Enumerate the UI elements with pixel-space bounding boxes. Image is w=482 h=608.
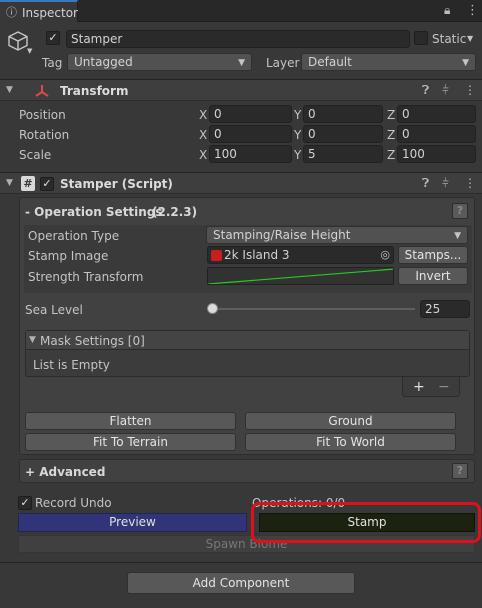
transform-title: Transform: [60, 84, 129, 98]
chevron-down-icon: ▼: [238, 58, 245, 68]
sea-level-label: Sea Level: [25, 303, 83, 317]
tag-label: Tag: [42, 56, 63, 70]
stamps-button[interactable]: Stamps...: [398, 246, 468, 264]
ground-button[interactable]: Ground: [245, 412, 456, 430]
more-menu-icon[interactable]: ⋮: [464, 84, 476, 96]
rotation-x-field[interactable]: 0: [209, 125, 292, 143]
scale-label: Scale: [19, 148, 52, 162]
transform-header[interactable]: ▼ Transform ❓︎ ⫩ ⋮: [0, 79, 482, 101]
tab-label: Inspector: [22, 6, 78, 20]
advanced-panel[interactable]: + Advanced ?: [19, 459, 475, 483]
object-picker-icon[interactable]: ◎: [380, 249, 390, 260]
layer-value: Default: [308, 55, 352, 69]
axis-y-label[interactable]: Y: [294, 129, 301, 141]
tag-dropdown[interactable]: Untagged ▼: [67, 53, 252, 71]
sea-level-field[interactable]: 25: [420, 300, 470, 318]
rotation-y-field[interactable]: 0: [303, 125, 383, 143]
tab-inspector[interactable]: ⓘ Inspector: [0, 0, 78, 22]
axis-y-label[interactable]: Y: [294, 109, 301, 121]
flatten-button[interactable]: Flatten: [25, 412, 236, 430]
position-x-field[interactable]: 0: [209, 105, 292, 123]
sea-level-slider-track[interactable]: [211, 308, 415, 310]
record-undo-checkbox[interactable]: ✓: [18, 496, 32, 510]
tag-value: Untagged: [74, 55, 133, 69]
operation-settings-title[interactable]: - Operation Settings: [25, 206, 163, 218]
operation-type-value: Stamping/Raise Height: [213, 228, 351, 242]
help-button[interactable]: ?: [452, 203, 468, 219]
scale-z-field[interactable]: 100: [397, 145, 476, 163]
stamper-header[interactable]: ▼ # ✓ Stamper (Script) ❓︎ ⫩ ⋮: [0, 172, 482, 194]
position-z-field[interactable]: 0: [397, 105, 476, 123]
icon-dropdown-icon[interactable]: ▼: [27, 48, 32, 55]
info-icon: ⓘ: [6, 6, 17, 19]
position-y-field[interactable]: 0: [303, 105, 383, 123]
add-item-button[interactable]: +: [413, 380, 425, 394]
help-icon[interactable]: ❓︎: [422, 177, 429, 189]
gameobject-cube-icon[interactable]: [7, 30, 29, 52]
axis-x-label[interactable]: X: [199, 149, 207, 161]
axis-z-label[interactable]: Z: [387, 109, 395, 121]
chevron-down-icon: ▼: [454, 231, 461, 241]
list-empty-text: List is Empty: [33, 358, 110, 372]
stamper-title: Stamper (Script): [60, 177, 173, 191]
static-label: Static: [432, 32, 467, 46]
divider: [0, 562, 482, 563]
scale-y-field[interactable]: 5: [303, 145, 383, 163]
lock-icon[interactable]: 🔒︎: [444, 4, 450, 16]
more-menu-icon[interactable]: ⋮: [466, 4, 479, 17]
fit-to-world-button[interactable]: Fit To World: [245, 433, 456, 451]
scale-x-field[interactable]: 100: [209, 145, 292, 163]
stamp-image-value: 2k Island 3: [224, 248, 290, 262]
fit-to-terrain-button[interactable]: Fit To Terrain: [25, 433, 236, 451]
remove-item-button[interactable]: −: [438, 380, 450, 394]
stamp-highlight-annotation: [251, 502, 481, 543]
record-undo-label: Record Undo: [35, 496, 112, 510]
foldout-open-icon[interactable]: ▼: [6, 179, 13, 188]
add-component-button[interactable]: Add Component: [127, 572, 355, 594]
mask-list-footer: + −: [402, 377, 460, 397]
operation-type-label: Operation Type: [28, 229, 120, 243]
operation-type-dropdown[interactable]: Stamping/Raise Height ▼: [206, 226, 468, 244]
help-button[interactable]: ?: [452, 463, 468, 479]
more-menu-icon[interactable]: ⋮: [464, 177, 476, 189]
preview-button[interactable]: Preview: [18, 513, 247, 532]
axis-y-label[interactable]: Y: [294, 149, 301, 161]
static-dropdown-icon[interactable]: ▼: [467, 35, 473, 43]
rotation-label: Rotation: [19, 128, 70, 142]
advanced-title[interactable]: + Advanced: [25, 466, 105, 478]
presets-icon[interactable]: ⫩: [442, 177, 449, 189]
curve-line-icon: [208, 268, 393, 284]
component-enabled-checkbox[interactable]: ✓: [40, 177, 54, 191]
axis-z-label[interactable]: Z: [387, 149, 395, 161]
chevron-down-icon: ▼: [462, 58, 469, 68]
strength-transform-label: Strength Transform: [28, 270, 144, 284]
invert-button[interactable]: Invert: [398, 267, 468, 285]
mask-settings-header[interactable]: ▼ Mask Settings [0]: [26, 331, 469, 350]
rotation-z-field[interactable]: 0: [397, 125, 476, 143]
texture-thumbnail-icon: [211, 250, 222, 261]
sea-level-slider-thumb[interactable]: [207, 303, 218, 314]
active-checkbox[interactable]: ✓: [46, 31, 60, 45]
axis-z-label[interactable]: Z: [387, 129, 395, 141]
script-icon: #: [21, 176, 35, 191]
axis-x-label[interactable]: X: [199, 109, 207, 121]
foldout-open-icon[interactable]: ▼: [6, 86, 13, 95]
stamp-image-label: Stamp Image: [28, 249, 109, 263]
help-icon[interactable]: ❓︎: [422, 84, 429, 96]
layer-label: Layer: [266, 56, 300, 70]
presets-icon[interactable]: ⫩: [442, 84, 449, 96]
stamp-image-field[interactable]: 2k Island 3 ◎: [207, 246, 394, 264]
gameobject-name-field[interactable]: Stamper: [66, 30, 410, 48]
position-label: Position: [19, 108, 66, 122]
version-label: (2.2.3): [152, 205, 198, 219]
transform-axes-icon: [34, 83, 50, 99]
mask-settings-title: Mask Settings [0]: [40, 334, 145, 348]
axis-x-label[interactable]: X: [199, 129, 207, 141]
strength-curve-field[interactable]: [207, 267, 394, 285]
static-checkbox[interactable]: [414, 31, 428, 45]
layer-dropdown[interactable]: Default ▼: [301, 53, 476, 71]
foldout-open-icon[interactable]: ▼: [29, 336, 36, 345]
